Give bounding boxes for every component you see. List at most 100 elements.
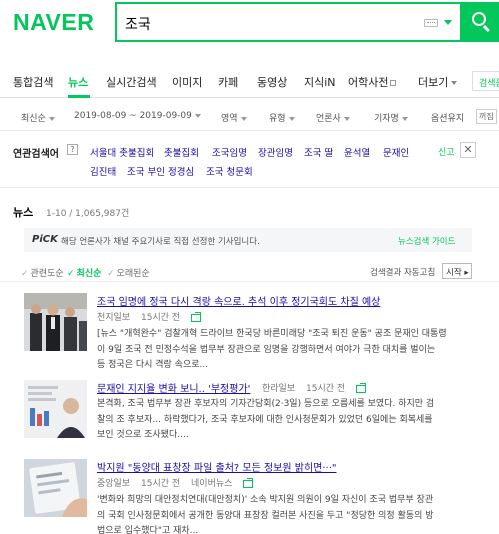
news-meta: 천지일보 15시간 전 — [97, 310, 209, 323]
sort-latest-label: 최신순 — [76, 269, 102, 279]
tab-more-label: 더보기 — [418, 76, 449, 89]
pick-text: 해당 언론사가 채널 주요기사로 직접 선정한 기사입니다. — [61, 237, 260, 247]
tab-more[interactable]: 더보기 — [418, 74, 458, 90]
external-icon — [390, 80, 397, 86]
tab-cafe[interactable]: 카페 — [218, 74, 238, 90]
pick-notice: PiCK 해당 언론사가 채널 주요기사로 직접 선정한 기사입니다. 뉴스검색… — [24, 228, 472, 252]
news-section-title: 뉴스 — [13, 206, 34, 219]
active-tab-indicator — [68, 95, 90, 98]
related-link[interactable]: 김진태 — [90, 164, 116, 178]
news-source[interactable]: 중앙일보 — [97, 479, 130, 489]
news-thumbnail[interactable] — [24, 293, 87, 351]
tab-news[interactable]: 뉴스 — [68, 74, 88, 90]
chevron-down-icon — [240, 116, 247, 121]
check-icon: ✓ — [21, 269, 29, 279]
news-summary: [뉴스 "개혁완수" 검찰개혁 드라이브 한국당 바른미래당 "조국 퇴진 운동… — [97, 327, 477, 374]
auto-refresh-label: 검색결과 자동고침 — [370, 268, 436, 278]
detail-search-button[interactable]: 검색옵 — [472, 71, 499, 91]
tab-images[interactable]: 이미지 — [172, 74, 202, 90]
summary-line: 의 국회 인사청문회에서 공개한 동양대 표창장 컬러본 사진을 두고 "정당한… — [97, 510, 434, 521]
news-thumbnail[interactable] — [24, 459, 87, 517]
summary-line: 본격화, 조국 법무부 장관 후보자의 기자간담회(2·3일) 등으로 오름세를… — [97, 399, 435, 409]
related-link[interactable]: 문재인 — [383, 145, 409, 159]
news-time: 15시간 전 — [306, 384, 346, 394]
filter-reporter[interactable]: 기자명 — [374, 111, 408, 124]
chevron-down-icon — [343, 116, 350, 121]
search-input[interactable]: 조국 — [125, 14, 151, 34]
search-tabs: 통합검색 뉴스 실시간검색 이미지 카페 동영상 지식iN 어학사전 더보기 — [0, 62, 499, 98]
tab-kin[interactable]: 지식iN — [304, 74, 336, 90]
related-link[interactable]: 조국 청문회 — [206, 164, 253, 178]
filter-sort-label: 최신순 — [21, 114, 46, 124]
header: NAVER 조국 — [0, 0, 499, 62]
report-link[interactable]: 신고 — [438, 145, 455, 158]
auto-refresh-start-button[interactable]: 시작 ▸ — [442, 263, 472, 279]
pick-logo: PiCK — [32, 234, 58, 245]
chevron-down-icon — [288, 116, 295, 121]
news-thumbnail[interactable] — [24, 380, 87, 438]
related-link[interactable]: 장관임명 — [258, 145, 293, 159]
sort-relevance[interactable]: ✓ 관련도순 — [21, 266, 64, 279]
news-title-link[interactable]: 조국 임명에 정국 다시 격랑 속으로. 추석 이후 정기국회도 차질 예상 — [97, 293, 380, 308]
news-title-link[interactable]: 박지원 "동양대 표창장 파일 출처? 모든 정보원 밝히면···" — [97, 459, 337, 474]
tab-dictionary-label: 어학사전 — [348, 76, 389, 89]
filter-period[interactable]: 2019-08-09 ~ 2019-09-09 — [74, 111, 201, 121]
tab-realtime[interactable]: 실시간검색 — [106, 74, 157, 90]
tab-integrated[interactable]: 통합검색 — [13, 74, 53, 90]
sort-oldest-label: 오래된순 — [116, 269, 150, 279]
chevron-down-icon — [48, 116, 55, 121]
open-new-window-icon[interactable] — [243, 477, 254, 488]
summary-line: 보인 것으로 조사됐다.... — [97, 430, 189, 440]
related-link[interactable]: 조국임명 — [212, 145, 247, 159]
filter-press-label: 언론사 — [316, 114, 341, 124]
autocomplete-toggle-icon[interactable] — [444, 20, 452, 25]
sort-oldest[interactable]: ✓ 오래된순 — [107, 266, 150, 279]
filter-press[interactable]: 언론사 — [316, 111, 350, 124]
news-time: 15시간 전 — [141, 313, 181, 323]
summary-line: 이 9일 조국 전 민정수석을 법무부 장관으로 임명을 강행하면서 여야가 극… — [97, 344, 436, 355]
naver-logo[interactable]: NAVER — [13, 9, 94, 36]
search-button[interactable] — [462, 2, 499, 42]
result-count: 1-10 / 1,065,987건 — [46, 209, 130, 219]
news-summary: '변화와 희망의 대안정치연대(대안정치)' 소속 박지원 의원이 9일 자신이… — [97, 493, 477, 534]
naver-news-link[interactable]: 네이버뉴스 — [191, 479, 232, 489]
search-box[interactable]: 조국 — [115, 2, 462, 42]
filter-bar: 최신순 2019-08-09 ~ 2019-09-09 영역 유형 언론사 기자… — [0, 99, 499, 131]
check-icon: ✓ — [67, 269, 75, 279]
start-label: 시작 — [446, 268, 462, 278]
summary-line: 법으로 입수했다"고 재차... — [97, 526, 199, 534]
related-link[interactable]: 윤석열 — [344, 145, 370, 159]
tab-video[interactable]: 동영상 — [257, 74, 287, 90]
summary-line: [뉴스 "개혁완수" 검찰개혁 드라이브 한국당 바른미래당 "조국 퇴진 운동… — [97, 329, 447, 339]
related-searches: 연관검색어 ? 서울대 촛불집회 촛불집회 조국임명 장관임명 조국 딸 윤석열… — [0, 132, 499, 188]
news-meta: 한라일보 15시간 전 — [262, 381, 374, 394]
news-title-link[interactable]: 문재인 지지율 변화 보니.. '부정평가' — [97, 380, 250, 395]
summary-line: 등 정국은 다시 격랑 속으로... — [97, 360, 209, 370]
news-guide-link[interactable]: 뉴스검색 가이드 — [398, 235, 455, 247]
news-summary: 본격화, 조국 법무부 장관 후보자의 기자간담회(2·3일) 등으로 오름세를… — [97, 397, 477, 444]
filter-type[interactable]: 유형 — [269, 111, 295, 124]
summary-line: '변화와 희망의 대안정치연대(대안정치)' 소속 박지원 의원이 9일 자신이… — [97, 495, 434, 505]
news-source[interactable]: 한라일보 — [262, 384, 295, 394]
tab-dictionary[interactable]: 어학사전 — [348, 74, 397, 90]
close-icon[interactable]: ✕ — [460, 142, 476, 158]
search-icon — [472, 12, 486, 26]
news-source[interactable]: 천지일보 — [97, 313, 130, 323]
filter-reporter-label: 기자명 — [374, 114, 399, 124]
sort-latest[interactable]: ✓ 최신순 — [67, 266, 101, 279]
news-time: 15시간 전 — [141, 479, 181, 489]
related-link[interactable]: 조국 부인 정경심 — [127, 164, 194, 178]
open-new-window-icon[interactable] — [191, 311, 202, 322]
filter-sort[interactable]: 최신순 — [21, 111, 55, 124]
keyboard-icon[interactable] — [424, 19, 438, 27]
summary-line: 찰의 조 후보자... 하락했다가, 조국 후보자에 대한 인사청문회가 있었던… — [97, 414, 433, 425]
news-meta: 중앙일보 15시간 전 네이버뉴스 — [97, 476, 261, 489]
related-link[interactable]: 촛불집회 — [164, 145, 199, 159]
open-new-window-icon[interactable] — [356, 382, 367, 393]
related-link[interactable]: 서울대 촛불집회 — [90, 145, 154, 159]
related-link[interactable]: 조국 딸 — [304, 145, 333, 159]
option-keep-toggle[interactable]: 꺼짐 — [476, 109, 497, 124]
filter-option-keep[interactable]: 옵션유지 — [431, 111, 464, 124]
filter-area[interactable]: 영역 — [221, 111, 247, 124]
help-icon[interactable]: ? — [67, 144, 78, 155]
